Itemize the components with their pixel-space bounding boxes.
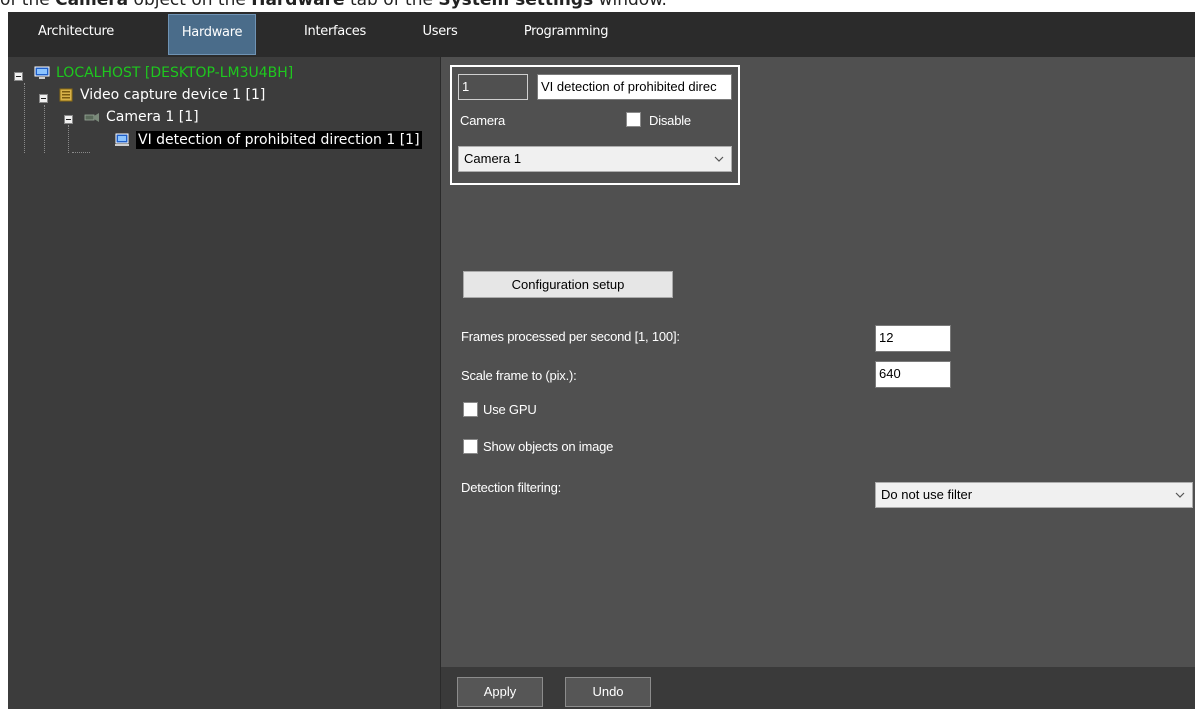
caption-bold: Camera <box>55 0 129 10</box>
camera-select-value: Camera 1 <box>464 151 522 166</box>
tab-users[interactable]: Users <box>418 14 462 55</box>
undo-button[interactable]: Undo <box>565 677 651 707</box>
fps-label: Frames processed per second [1, 100]: <box>461 329 680 344</box>
configuration-setup-button[interactable]: Configuration setup <box>463 271 673 298</box>
capture-device-icon <box>59 88 73 102</box>
chevron-down-icon <box>1175 492 1185 498</box>
camera-select[interactable]: Camera 1 <box>458 146 732 172</box>
disable-label: Disable <box>649 113 691 128</box>
scale-frame-label: Scale frame to (pix.): <box>461 368 577 383</box>
apply-button[interactable]: Apply <box>457 677 543 707</box>
hardware-tree: LOCALHOST [DESKTOP-LM3U4BH] Video captur… <box>8 57 441 709</box>
caption-part: of the <box>0 0 56 10</box>
tree-connector <box>68 125 69 153</box>
fps-field[interactable]: 12 <box>875 325 951 352</box>
show-objects-checkbox[interactable] <box>463 439 478 454</box>
use-gpu-label: Use GPU <box>483 402 537 417</box>
system-settings-window: Architecture Hardware Interfaces Users P… <box>8 12 1195 709</box>
detection-filtering-label: Detection filtering: <box>461 480 562 495</box>
tab-interfaces[interactable]: Interfaces <box>290 14 380 55</box>
camera-label: Camera <box>460 113 506 128</box>
collapse-toggle[interactable] <box>14 72 23 81</box>
tree-connector <box>24 83 25 153</box>
use-gpu-checkbox[interactable] <box>463 402 478 417</box>
scale-frame-field[interactable]: 640 <box>875 361 951 388</box>
object-properties-panel: 1 VI detection of prohibited direc Camer… <box>441 57 1195 667</box>
collapse-toggle[interactable] <box>64 115 73 124</box>
object-id-field[interactable]: 1 <box>458 74 528 100</box>
tree-node-label: VI detection of prohibited direction 1 [… <box>136 131 422 149</box>
collapse-toggle[interactable] <box>39 94 48 103</box>
tab-programming[interactable]: Programming <box>516 14 616 55</box>
object-name-field[interactable]: VI detection of prohibited direc <box>537 74 732 100</box>
tree-connector <box>44 105 45 153</box>
tree-node-localhost[interactable]: LOCALHOST [DESKTOP-LM3U4BH] <box>34 63 293 83</box>
chevron-down-icon <box>714 156 724 162</box>
tab-architecture[interactable]: Architecture <box>26 14 126 55</box>
tree-connector <box>72 152 90 153</box>
caption-bold: Hardware <box>251 0 345 10</box>
detection-filtering-value: Do not use filter <box>881 487 973 502</box>
action-bar: Apply Undo <box>441 667 1195 709</box>
caption-text: of the Camera object on the Hardware tab… <box>0 0 1195 12</box>
detection-filtering-select[interactable]: Do not use filter <box>875 482 1193 508</box>
tree-node-label: LOCALHOST [DESKTOP-LM3U4BH] <box>56 65 294 81</box>
detector-icon <box>115 133 129 146</box>
camera-icon <box>84 113 99 122</box>
show-objects-label: Show objects on image <box>483 439 614 454</box>
tree-node-label: Video capture device 1 [1] <box>80 87 266 103</box>
computer-icon <box>34 66 50 79</box>
disable-checkbox[interactable] <box>626 112 641 127</box>
tree-node-video-capture-device[interactable]: Video capture device 1 [1] <box>58 85 265 105</box>
caption-bold: System settings <box>438 0 594 10</box>
tree-node-camera[interactable]: Camera 1 [1] <box>84 107 199 127</box>
tab-hardware[interactable]: Hardware <box>168 14 256 55</box>
tab-bar: Architecture Hardware Interfaces Users P… <box>8 12 1195 57</box>
tree-node-vi-detection[interactable]: VI detection of prohibited direction 1 [… <box>114 130 422 150</box>
caption-part: tab of the <box>344 0 439 10</box>
object-identity-group: 1 VI detection of prohibited direc Camer… <box>450 65 740 185</box>
tree-node-label: Camera 1 [1] <box>106 109 199 125</box>
caption-part: window. <box>593 0 667 10</box>
caption-part: object on the <box>128 0 252 10</box>
